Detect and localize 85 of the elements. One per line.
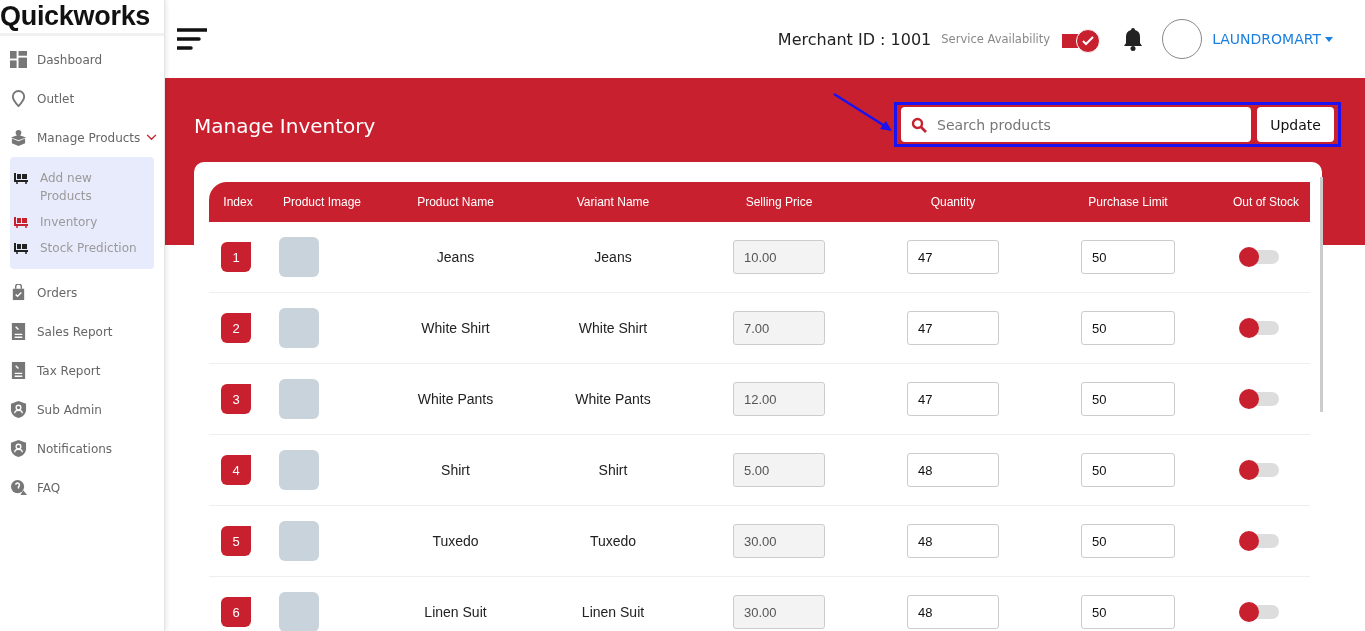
update-button[interactable]: Update xyxy=(1257,107,1334,142)
index-badge: 5 xyxy=(221,526,251,556)
sidebar-item[interactable]: Dashboard xyxy=(0,40,164,79)
sidebar-item[interactable]: Notifications xyxy=(0,429,164,468)
column-header: Variant Name xyxy=(575,195,651,209)
chevron-icon xyxy=(146,134,158,141)
price-field[interactable]: 10.00 xyxy=(733,240,825,274)
bell-icon[interactable] xyxy=(1122,27,1145,51)
product-name: Linen Suit xyxy=(424,604,487,620)
price-field[interactable]: 30.00 xyxy=(733,524,825,558)
sidebar-item[interactable]: Outlet xyxy=(0,79,164,118)
sidebar-item[interactable]: Tax Report xyxy=(0,351,164,390)
cart-icon xyxy=(14,216,28,228)
variant-name: Jeans xyxy=(594,249,632,265)
sidebar-item[interactable]: FAQ xyxy=(0,468,164,507)
cart-icon xyxy=(14,172,28,184)
search-field[interactable]: Search products xyxy=(901,107,1251,142)
column-header: Quantity xyxy=(929,195,977,209)
sidebar-item[interactable]: Orders xyxy=(0,273,164,312)
variant-name: Tuxedo xyxy=(589,533,637,549)
product-name: Jeans xyxy=(436,249,475,265)
scrollbar[interactable] xyxy=(1320,177,1323,412)
purchase-limit-field[interactable]: 50 xyxy=(1081,240,1175,274)
product-name: White Shirt xyxy=(421,320,490,336)
photo-placeholder xyxy=(279,521,319,561)
variant-name: Linen Suit xyxy=(581,604,645,620)
shield-user-icon xyxy=(10,440,27,457)
quantity-field[interactable]: 47 xyxy=(907,382,999,416)
question-icon xyxy=(10,479,27,496)
column-header: Index xyxy=(222,195,254,209)
variant-name: White Shirt xyxy=(578,320,648,336)
index-badge: 6 xyxy=(221,597,251,627)
price-field[interactable]: 12.00 xyxy=(733,382,825,416)
price-field[interactable]: 30.00 xyxy=(733,595,825,629)
price-field[interactable]: 5.00 xyxy=(733,453,825,487)
caret-icon xyxy=(1325,36,1333,42)
photo-placeholder xyxy=(279,592,319,631)
report-icon xyxy=(10,362,27,379)
column-header: Product Name xyxy=(416,195,495,209)
box-icon xyxy=(10,129,27,146)
quantity-field[interactable]: 48 xyxy=(907,524,999,558)
search-icon xyxy=(911,117,927,133)
index-badge: 2 xyxy=(221,313,251,343)
photo-placeholder xyxy=(279,237,319,277)
quantity-field[interactable]: 48 xyxy=(907,453,999,487)
photo-placeholder xyxy=(279,379,319,419)
variant-name: White Pants xyxy=(575,391,651,407)
sidebar-item[interactable]: Manage Products xyxy=(0,118,164,157)
price-field[interactable]: 7.00 xyxy=(733,311,825,345)
column-header: Selling Price xyxy=(744,195,814,209)
shield-user-icon xyxy=(10,401,27,418)
report-icon xyxy=(10,323,27,340)
annotation-arrow xyxy=(832,92,894,134)
column-header: Out of Stock xyxy=(1232,195,1300,209)
photo-placeholder xyxy=(279,308,319,348)
quantity-field[interactable]: 47 xyxy=(907,240,999,274)
index-badge: 3 xyxy=(221,384,251,414)
page-title: Manage Inventory xyxy=(194,114,377,138)
service-label: Service Availability xyxy=(941,32,1051,46)
quantity-field[interactable]: 47 xyxy=(907,311,999,345)
sidebar-item[interactable]: Sales Report xyxy=(0,312,164,351)
quantity-field[interactable]: 48 xyxy=(907,595,999,629)
index-badge: 4 xyxy=(221,455,251,485)
purchase-limit-field[interactable]: 50 xyxy=(1081,311,1175,345)
column-header: Product Image xyxy=(281,195,362,209)
cart-icon xyxy=(14,242,28,254)
sidebar-item[interactable]: Sub Admin xyxy=(0,390,164,429)
index-badge: 1 xyxy=(221,242,251,272)
shopping-bag-icon xyxy=(10,284,27,301)
location-pin-icon xyxy=(10,90,27,107)
purchase-limit-field[interactable]: 50 xyxy=(1081,382,1175,416)
product-name: Tuxedo xyxy=(432,533,479,549)
check-icon xyxy=(1082,36,1095,46)
column-header: Purchase Limit xyxy=(1087,195,1169,209)
account-dropdown[interactable]: LAUNDROMART xyxy=(1212,31,1333,47)
merchant-id: Merchant ID : 1001 xyxy=(777,29,932,49)
grid-icon xyxy=(10,51,27,68)
photo-placeholder xyxy=(279,450,319,490)
product-name: Shirt xyxy=(441,462,470,478)
variant-name: Shirt xyxy=(598,462,628,478)
product-name: White Pants xyxy=(417,391,494,407)
purchase-limit-field[interactable]: 50 xyxy=(1081,524,1175,558)
purchase-limit-field[interactable]: 50 xyxy=(1081,453,1175,487)
purchase-limit-field[interactable]: 50 xyxy=(1081,595,1175,629)
menu-icon[interactable] xyxy=(177,28,207,50)
